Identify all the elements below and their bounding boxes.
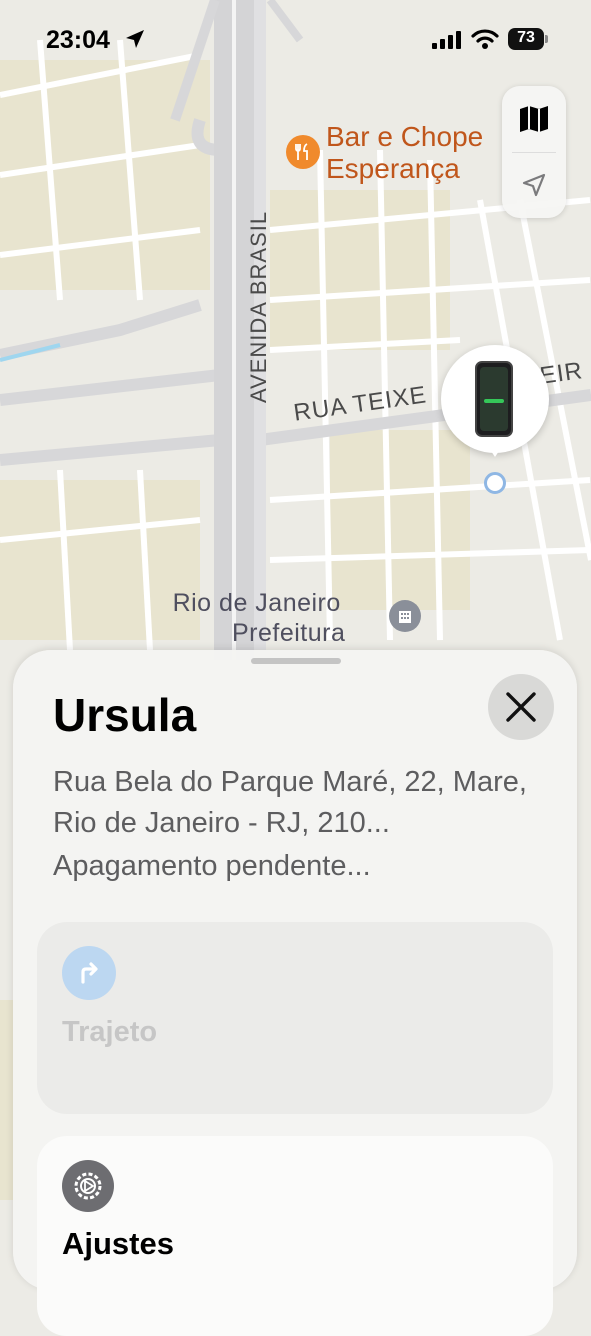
- poi-label-line2: Esperança: [326, 153, 460, 184]
- government-building-icon[interactable]: [389, 600, 421, 632]
- avenue-label: AVENIDA BRASIL: [246, 210, 271, 403]
- directions-icon: [62, 946, 116, 1000]
- erase-status: Apagamento pendente...: [53, 850, 371, 882]
- map-mode-button[interactable]: [502, 86, 566, 152]
- poi-label[interactable]: Bar e Chope Esperança: [326, 121, 483, 185]
- battery-icon: 73: [508, 28, 548, 50]
- directions-label: Trajeto: [62, 1016, 158, 1048]
- directions-button[interactable]: Trajeto: [37, 922, 553, 1114]
- device-address: Rua Bela do Parque Maré, 22, Mare, Rio d…: [53, 766, 527, 839]
- device-map-pin[interactable]: [441, 345, 549, 457]
- wifi-icon: [471, 29, 499, 49]
- settings-button[interactable]: Ajustes: [37, 1136, 553, 1336]
- status-bar: 23:04 73: [0, 18, 591, 62]
- close-button[interactable]: [488, 674, 554, 740]
- landmark-label-line2: Prefeitura: [232, 619, 346, 647]
- location-arrow-icon: [126, 30, 144, 48]
- signal-icon: [432, 31, 461, 49]
- map-icon: [520, 106, 548, 132]
- battery-level: 73: [517, 29, 535, 46]
- device-location-dot: [484, 472, 506, 494]
- iphone-icon: [475, 361, 513, 437]
- poi-label-line1: Bar e Chope: [326, 121, 484, 152]
- settings-label: Ajustes: [62, 1226, 174, 1261]
- device-detail-sheet: Ursula Rua Bela do Parque Maré, 22, Mare…: [13, 650, 577, 1336]
- track-location-button[interactable]: [502, 152, 566, 218]
- device-title: Ursula: [53, 689, 197, 741]
- fork-knife-icon[interactable]: [286, 135, 320, 169]
- sheet-grabber[interactable]: [251, 658, 341, 664]
- close-icon: [506, 692, 536, 722]
- clock: 23:04: [46, 26, 110, 54]
- location-arrow-icon: [522, 173, 546, 197]
- gear-icon: [62, 1160, 114, 1212]
- landmark-label-line1: Rio de Janeiro: [172, 589, 341, 617]
- landmark-label[interactable]: Rio de Janeiro Prefeitura: [168, 588, 345, 648]
- map-controls: [502, 86, 566, 218]
